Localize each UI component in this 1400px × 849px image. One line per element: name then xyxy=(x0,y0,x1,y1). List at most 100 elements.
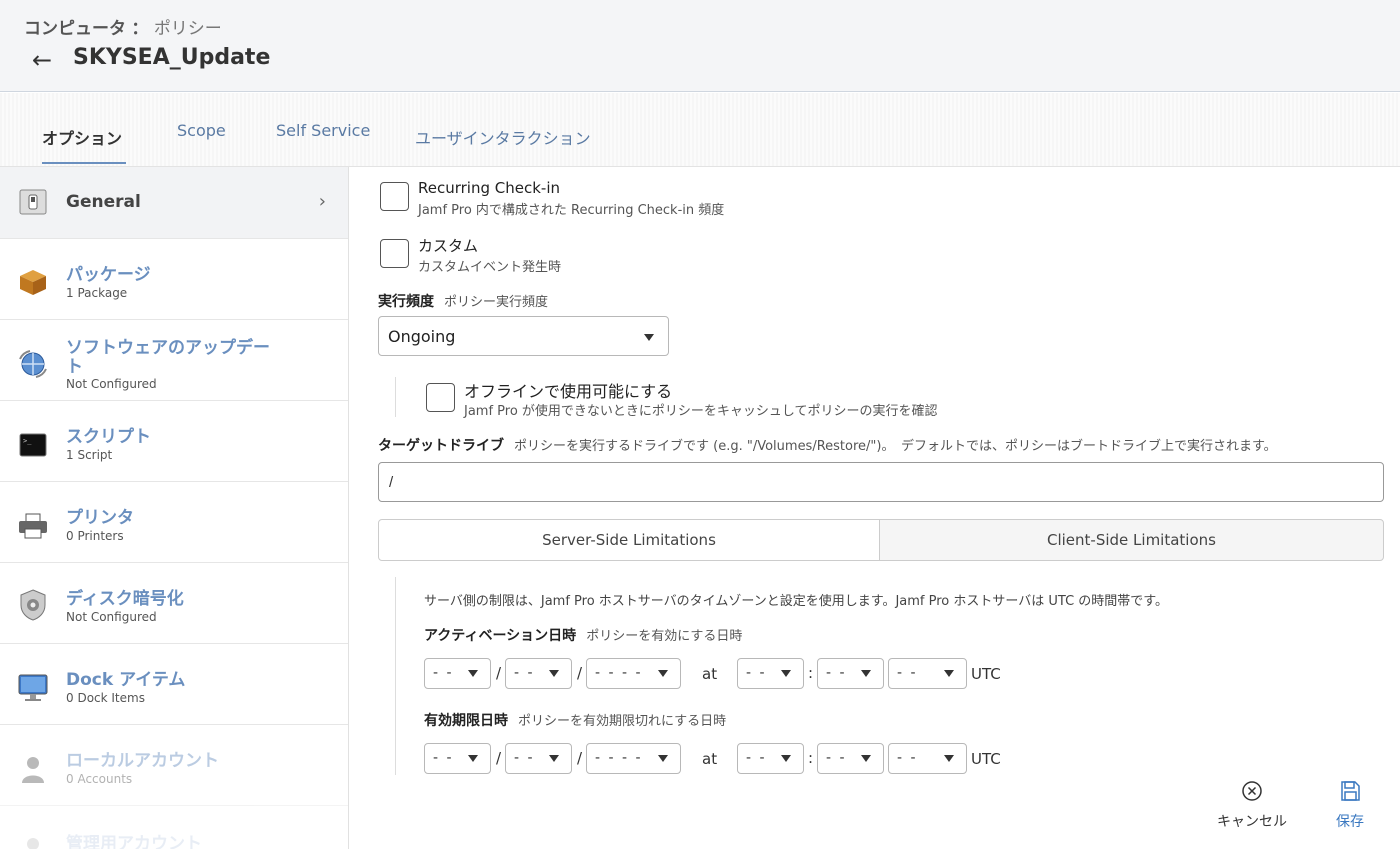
chevron-down-icon xyxy=(781,755,791,762)
activation-date-label: アクティベーション日時 ポリシーを有効にする日時 xyxy=(424,628,743,644)
expiration-month-select[interactable]: - - xyxy=(424,743,491,774)
sidebar-item-printers[interactable]: プリンタ 0 Printers xyxy=(0,482,348,563)
user-icon xyxy=(18,754,48,784)
sidebar-item-scripts[interactable]: >_ スクリプト 1 Script xyxy=(0,401,348,482)
execution-frequency-select[interactable]: Ongoing xyxy=(378,316,669,356)
execution-frequency-label: 実行頻度 ポリシー実行頻度 xyxy=(378,294,549,310)
save-icon xyxy=(1328,780,1372,807)
chevron-down-icon xyxy=(468,755,478,762)
chevron-down-icon xyxy=(549,670,559,677)
chevron-down-icon xyxy=(861,755,871,762)
sidebar-item-management-account[interactable]: 管理用アカウント xyxy=(0,806,348,849)
custom-trigger-checkbox[interactable] xyxy=(380,239,409,268)
breadcrumb-page: ポリシー xyxy=(153,19,222,39)
breadcrumb-separator: ： xyxy=(131,19,149,39)
options-panel: Recurring Check-in Jamf Pro 内で構成された Recu… xyxy=(350,167,1400,775)
user-icon xyxy=(18,835,48,849)
client-side-limitations-tab[interactable]: Client-Side Limitations xyxy=(879,519,1384,561)
sidebar-item-dock-items[interactable]: Dock アイテム 0 Dock Items xyxy=(0,644,348,725)
sidebar-item-count: 1 Script xyxy=(66,448,113,462)
terminal-icon: >_ xyxy=(18,430,48,460)
at-label: at xyxy=(702,665,718,683)
sidebar-item-label: パッケージ xyxy=(66,265,151,285)
make-available-offline-checkbox[interactable] xyxy=(426,383,455,412)
chevron-down-icon xyxy=(644,334,654,341)
cancel-button[interactable]: キャンセル xyxy=(1216,780,1288,831)
activation-year-select[interactable]: - - - - xyxy=(586,658,681,689)
chevron-down-icon xyxy=(549,755,559,762)
chevron-down-icon xyxy=(781,670,791,677)
execution-frequency-value: Ongoing xyxy=(388,327,456,346)
sidebar-item-label: General xyxy=(66,192,141,212)
sidebar-item-general[interactable]: General › xyxy=(0,167,348,239)
indent-guide xyxy=(395,577,396,775)
sidebar-item-software-updates[interactable]: ソフトウェアのアップデート Not Configured xyxy=(0,320,348,401)
chevron-down-icon xyxy=(944,755,954,762)
sidebar-item-label: スクリプト xyxy=(66,427,151,447)
disk-encryption-gear-icon xyxy=(18,589,48,621)
sidebar-item-packages[interactable]: パッケージ 1 Package xyxy=(0,239,348,320)
sidebar-item-label: プリンタ xyxy=(66,508,134,528)
cancel-label: キャンセル xyxy=(1217,814,1287,830)
sidebar: General › パッケージ 1 Package ソフトウェアのアップデート … xyxy=(0,167,349,849)
save-button[interactable]: 保存 xyxy=(1328,780,1372,831)
expiration-hour-select[interactable]: - - xyxy=(737,743,804,774)
cancel-icon xyxy=(1216,780,1288,807)
custom-trigger-description: カスタムイベント発生時 xyxy=(418,260,562,275)
chevron-right-icon: › xyxy=(318,191,326,212)
date-separator: / xyxy=(496,749,502,767)
target-drive-label: ターゲットドライブ ポリシーを実行するドライブです (e.g. "/Volumes… xyxy=(378,438,1277,454)
tab-self-service[interactable]: Self Service xyxy=(276,121,370,140)
activation-hour-select[interactable]: - - xyxy=(737,658,804,689)
chevron-down-icon xyxy=(468,670,478,677)
expiration-year-select[interactable]: - - - - xyxy=(586,743,681,774)
breadcrumb-section[interactable]: コンピュータ xyxy=(24,19,126,39)
sidebar-item-count: 0 Dock Items xyxy=(66,691,145,705)
recurring-checkin-checkbox[interactable] xyxy=(380,182,409,211)
timezone-label: UTC xyxy=(971,750,1001,768)
indent-guide xyxy=(395,377,396,417)
expiration-minute-select[interactable]: - - xyxy=(817,743,884,774)
tab-user-interaction[interactable]: ユーザインタラクション xyxy=(415,125,591,149)
server-side-limitations-tab[interactable]: Server-Side Limitations xyxy=(378,519,880,561)
make-available-offline-label: オフラインで使用可能にする xyxy=(464,382,673,401)
sidebar-item-label: ローカルアカウント xyxy=(66,751,219,771)
switch-icon xyxy=(18,187,48,217)
activation-day-select[interactable]: - - xyxy=(505,658,572,689)
sidebar-item-count: 0 Printers xyxy=(66,529,124,543)
server-side-note: サーバ側の制限は、Jamf Pro ホストサーバのタイムゾーンと設定を使用します… xyxy=(424,594,1168,609)
page-header: コンピュータ ： ポリシー ← SKYSEA_Update xyxy=(0,0,1400,92)
date-separator: / xyxy=(577,749,583,767)
tab-options[interactable]: オプション xyxy=(42,125,122,149)
back-arrow-icon[interactable]: ← xyxy=(32,46,52,74)
date-separator: / xyxy=(496,664,502,682)
page-title: SKYSEA_Update xyxy=(73,45,271,70)
expiration-ampm-select[interactable]: - - xyxy=(888,743,967,774)
expiration-date-label: 有効期限日時 ポリシーを有効期限切れにする日時 xyxy=(424,713,727,729)
tab-bar: オプション Scope Self Service ユーザインタラクション xyxy=(0,93,1400,167)
active-tab-indicator xyxy=(42,162,126,164)
sidebar-item-count: 0 Accounts xyxy=(66,772,133,786)
sidebar-item-count: 1 Package xyxy=(66,286,128,300)
make-available-offline-description: Jamf Pro が使用できないときにポリシーをキャッシュしてポリシーの実行を確… xyxy=(464,404,938,419)
at-label: at xyxy=(702,750,718,768)
custom-trigger-label: カスタム xyxy=(418,237,479,255)
printer-icon xyxy=(18,511,48,541)
expiration-day-select[interactable]: - - xyxy=(505,743,572,774)
timezone-label: UTC xyxy=(971,665,1001,683)
breadcrumb: コンピュータ ： ポリシー xyxy=(24,14,222,39)
sidebar-item-status: Not Configured xyxy=(66,377,157,391)
sidebar-item-local-accounts[interactable]: ローカルアカウント 0 Accounts xyxy=(0,725,348,806)
activation-month-select[interactable]: - - xyxy=(424,658,491,689)
activation-minute-select[interactable]: - - xyxy=(817,658,884,689)
sidebar-item-disk-encryption[interactable]: ディスク暗号化 Not Configured xyxy=(0,563,348,644)
activation-ampm-select[interactable]: - - xyxy=(888,658,967,689)
software-update-globe-icon xyxy=(18,349,48,379)
package-icon xyxy=(18,267,48,297)
svg-text:>_: >_ xyxy=(23,437,32,445)
tab-scope[interactable]: Scope xyxy=(177,121,226,140)
recurring-checkin-label: Recurring Check-in xyxy=(418,179,560,197)
time-separator: : xyxy=(808,749,814,767)
chevron-down-icon xyxy=(658,670,668,677)
target-drive-input[interactable] xyxy=(378,462,1384,502)
